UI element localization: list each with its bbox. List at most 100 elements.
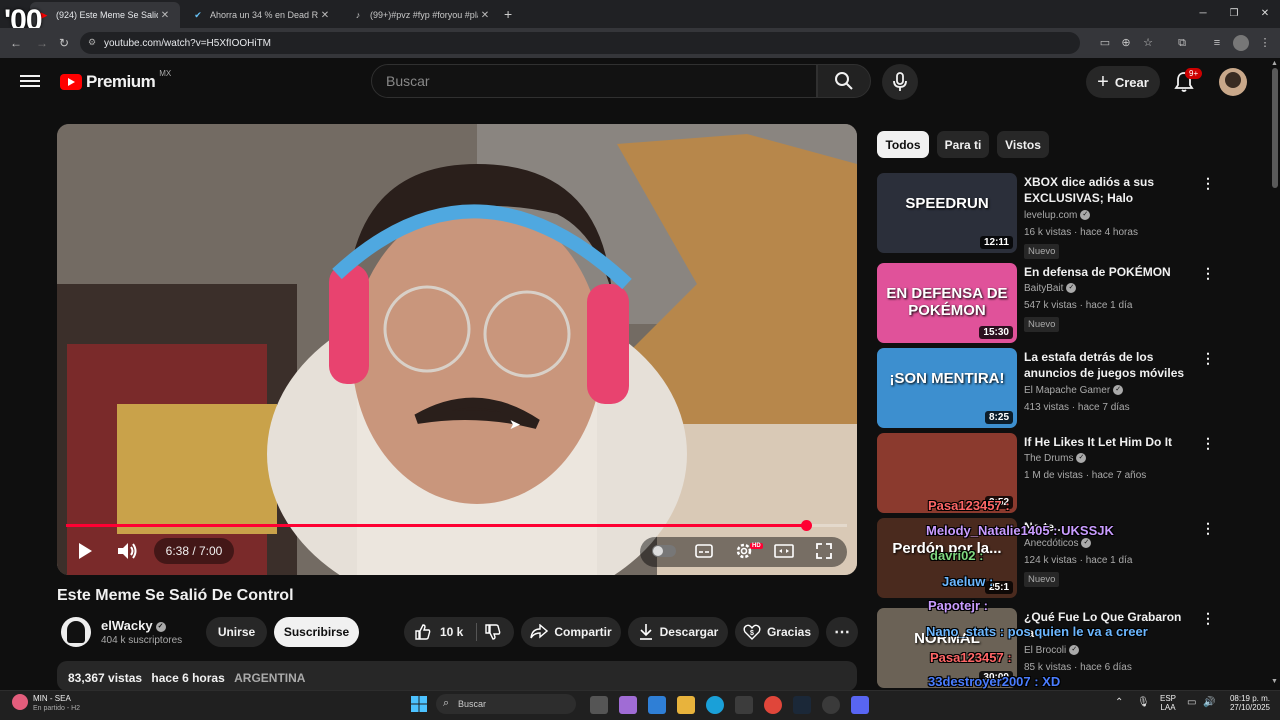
minimize-icon[interactable]: ─ (1196, 8, 1210, 22)
close-tab-icon[interactable]: ✕ (158, 10, 172, 21)
share-button[interactable]: Compartir (521, 617, 621, 647)
fullscreen-button[interactable] (814, 540, 834, 562)
discord-icon[interactable] (851, 696, 869, 714)
chip-vistos[interactable]: Vistos (997, 131, 1049, 158)
more-options-icon[interactable]: ⋮ (1201, 435, 1215, 452)
recommended-title[interactable]: En defensa de POKÉMON (1024, 264, 1199, 280)
scrollbar-thumb[interactable] (1272, 68, 1278, 188)
channel-name[interactable]: elWacky ✓ (101, 618, 166, 633)
more-actions-button[interactable]: ⋯ (826, 617, 858, 647)
recommended-video[interactable]: SPEEDRUN 12:11 XBOX dice adiós a sus EXCLU… (877, 173, 1267, 259)
recommended-title[interactable]: La estafa detrás de los anuncios de jueg… (1024, 349, 1199, 381)
tray-overflow-icon[interactable]: ⌃ (1115, 697, 1123, 708)
chrome-icon[interactable] (764, 696, 782, 714)
video-thumbnail[interactable]: EN DEFENSA DE POKÉMON 15:30 (877, 263, 1017, 343)
more-options-icon[interactable]: ⋮ (1201, 265, 1215, 282)
store-icon[interactable] (648, 696, 666, 714)
restore-icon[interactable]: ❐ (1227, 8, 1241, 22)
chip-todos[interactable]: Todos (877, 131, 929, 158)
video-thumbnail[interactable]: ¡SON MENTIRA! 8:25 (877, 348, 1017, 428)
create-button[interactable]: + Crear (1086, 66, 1160, 98)
more-options-icon[interactable]: ⋮ (1201, 175, 1215, 192)
clock[interactable]: 08:19 p. m. 27/10/2025 (1224, 694, 1270, 712)
voice-search-button[interactable] (882, 64, 918, 100)
browser-tab-active[interactable]: ▶ (924) Este Meme Se Salió De C ✕ (30, 2, 180, 28)
view-count: 83,367 vistas (68, 671, 143, 685)
account-avatar[interactable] (1219, 68, 1247, 96)
scrubber-handle[interactable] (801, 520, 812, 531)
join-button[interactable]: Unirse (206, 617, 267, 647)
play-button[interactable] (74, 540, 96, 562)
video-player[interactable] (57, 124, 857, 575)
recommended-title[interactable]: If He Likes It Let Him Do It (1024, 434, 1199, 450)
new-tab-button[interactable]: + (504, 6, 512, 22)
microphone-tray-icon[interactable]: 🎙 (1137, 697, 1150, 708)
theater-mode-button[interactable] (774, 540, 794, 562)
video-thumbnail[interactable]: SPEEDRUN 12:11 (877, 173, 1017, 253)
reload-icon[interactable]: ↻ (56, 35, 72, 51)
browser-tab[interactable]: ✔ Ahorra un 34 % en Dead Reset ✕ (184, 2, 340, 28)
app-icon[interactable] (822, 696, 840, 714)
site-info-icon[interactable]: ⚙ (88, 37, 96, 48)
close-tab-icon[interactable]: ✕ (478, 10, 492, 21)
close-tab-icon[interactable]: ✕ (318, 10, 332, 21)
search-input[interactable]: Buscar (371, 64, 817, 98)
weather-widget-icon[interactable] (12, 694, 28, 710)
terminal-icon[interactable] (735, 696, 753, 714)
taskbar-search[interactable]: ⌕ Buscar (436, 694, 576, 714)
thumbnail-text: ¡SON MENTIRA! (889, 370, 1005, 387)
scroll-down-icon[interactable]: ▼ (1271, 678, 1278, 685)
description-box[interactable]: 83,367 vistas hace 6 horas ARGENTINA (57, 661, 857, 691)
cast-icon[interactable]: ▭ (1097, 35, 1113, 51)
more-options-icon[interactable]: ⋮ (1201, 610, 1215, 627)
recommended-channel[interactable]: BaityBait ✓ (1024, 283, 1077, 294)
subscribe-button[interactable]: Suscribirse (274, 617, 359, 647)
widget-title[interactable]: MIN - SEA (33, 694, 71, 703)
extensions-icon[interactable]: ⧉ (1174, 35, 1190, 51)
dislike-button[interactable] (484, 623, 502, 644)
language-indicator[interactable]: ESP LAA (1160, 694, 1176, 712)
like-button[interactable]: 10 k (414, 623, 463, 641)
channel-avatar[interactable] (61, 617, 91, 647)
copilot-icon[interactable] (619, 696, 637, 714)
edge-icon[interactable] (706, 696, 724, 714)
close-window-icon[interactable]: ✕ (1258, 8, 1272, 22)
chip-para-ti[interactable]: Para ti (937, 131, 989, 158)
search-button[interactable] (817, 64, 871, 98)
bookmark-star-icon[interactable]: ☆ (1140, 35, 1156, 51)
recommended-channel[interactable]: Anecdóticos ✓ (1024, 538, 1092, 549)
recommended-channel[interactable]: The Drums ✓ (1024, 453, 1087, 464)
file-explorer-icon[interactable] (677, 696, 695, 714)
steam-icon[interactable] (793, 696, 811, 714)
recommended-title[interactable]: XBOX dice adiós a sus EXCLUSIVAS; Halo c… (1024, 174, 1199, 206)
network-icon[interactable]: ▭ (1187, 697, 1196, 708)
youtube-premium-logo[interactable]: Premium MX (60, 69, 171, 92)
download-button[interactable]: Descargar (628, 617, 728, 647)
volume-button[interactable] (116, 540, 140, 562)
recommended-channel[interactable]: El Mapache Gamer ✓ (1024, 385, 1124, 396)
url-bar[interactable]: ⚙ youtube.com/watch?v=H5XfIOOHiTM (80, 32, 1080, 54)
recommended-channel[interactable]: El Brocoli ✓ (1024, 645, 1080, 656)
more-options-icon[interactable]: ⋮ (1201, 520, 1215, 537)
forward-icon[interactable]: → (34, 35, 50, 51)
media-control-icon[interactable]: ≡ (1209, 35, 1225, 51)
back-icon[interactable]: ← (8, 35, 24, 51)
start-button[interactable] (411, 696, 427, 712)
thanks-button[interactable]: $ Gracias (735, 617, 819, 647)
scroll-up-icon[interactable]: ▲ (1271, 60, 1278, 67)
recommended-video[interactable]: ¡SON MENTIRA! 8:25 La estafa detrás de los… (877, 348, 1267, 428)
recommended-video[interactable]: EN DEFENSA DE POKÉMON 15:30 En defensa de … (877, 263, 1267, 343)
more-options-icon[interactable]: ⋮ (1201, 350, 1215, 367)
autoplay-toggle[interactable] (651, 540, 677, 562)
zoom-icon[interactable]: ⊕ (1118, 35, 1134, 51)
browser-menu-icon[interactable]: ⋮ (1257, 35, 1273, 51)
location-tag[interactable]: ARGENTINA (234, 671, 305, 685)
task-view-icon[interactable] (590, 696, 608, 714)
subtitles-button[interactable] (694, 540, 714, 562)
menu-hamburger-icon[interactable] (20, 72, 40, 90)
profile-icon[interactable] (1233, 35, 1249, 51)
recommended-channel[interactable]: levelup.com ✓ (1024, 210, 1091, 221)
speaker-icon[interactable]: 🔊 (1203, 697, 1215, 708)
browser-tab[interactable]: ♪ (99+)#pvz #fyp #foryou #plant ✕ (344, 2, 500, 28)
upload-age: hace 6 horas (151, 671, 225, 685)
